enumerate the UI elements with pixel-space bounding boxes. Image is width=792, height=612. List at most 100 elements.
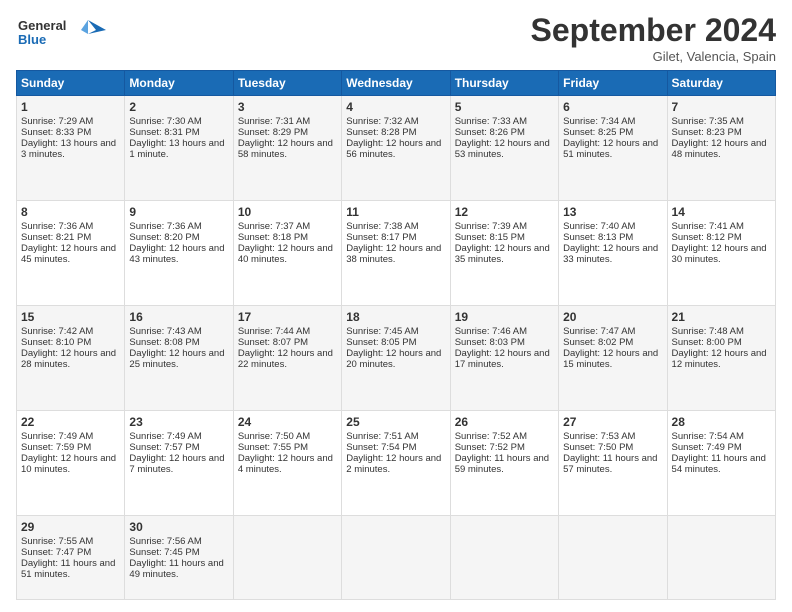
sunset-text: Sunset: 7:45 PM — [129, 547, 199, 558]
table-row: 8 Sunrise: 7:36 AMSunset: 8:21 PMDaylight… — [17, 201, 125, 306]
logo-container: General Blue — [16, 12, 106, 62]
sunset-text: Sunset: 8:20 PM — [129, 232, 199, 243]
sunset-text: Sunset: 7:50 PM — [563, 442, 633, 453]
sunrise-text: Sunrise: 7:52 AM — [455, 431, 527, 442]
day-number: 6 — [563, 100, 662, 114]
svg-text:Blue: Blue — [18, 32, 46, 47]
table-row: 21Sunrise: 7:48 AMSunset: 8:00 PMDayligh… — [667, 306, 775, 411]
table-row: 19Sunrise: 7:46 AMSunset: 8:03 PMDayligh… — [450, 306, 558, 411]
table-row: 13Sunrise: 7:40 AMSunset: 8:13 PMDayligh… — [559, 201, 667, 306]
daylight-text: Daylight: 13 hours and 3 minutes. — [21, 138, 116, 160]
day-number: 23 — [129, 415, 228, 429]
sunrise-text: Sunrise: 7:34 AM — [563, 116, 635, 127]
sunset-text: Sunset: 8:00 PM — [672, 337, 742, 348]
sunset-text: Sunset: 8:31 PM — [129, 127, 199, 138]
col-saturday: Saturday — [667, 71, 775, 96]
daylight-text: Daylight: 12 hours and 2 minutes. — [346, 453, 441, 475]
sunset-text: Sunset: 7:57 PM — [129, 442, 199, 453]
daylight-text: Daylight: 12 hours and 33 minutes. — [563, 243, 658, 265]
sunset-text: Sunset: 8:07 PM — [238, 337, 308, 348]
daylight-text: Daylight: 12 hours and 58 minutes. — [238, 138, 333, 160]
calendar-header-row: Sunday Monday Tuesday Wednesday Thursday… — [17, 71, 776, 96]
day-number: 28 — [672, 415, 771, 429]
location: Gilet, Valencia, Spain — [531, 49, 776, 64]
table-row: 2Sunrise: 7:30 AMSunset: 8:31 PMDaylight… — [125, 96, 233, 201]
sunrise-text: Sunrise: 7:55 AM — [21, 536, 93, 547]
sunrise-text: Sunrise: 7:33 AM — [455, 116, 527, 127]
day-number: 19 — [455, 310, 554, 324]
sunset-text: Sunset: 8:05 PM — [346, 337, 416, 348]
col-tuesday: Tuesday — [233, 71, 341, 96]
sunset-text: Sunset: 8:23 PM — [672, 127, 742, 138]
sunset-text: Sunset: 8:21 PM — [21, 232, 91, 243]
sunset-text: Sunset: 8:28 PM — [346, 127, 416, 138]
day-number: 8 — [21, 205, 120, 219]
sunrise-text: Sunrise: 7:50 AM — [238, 431, 310, 442]
sunrise-text: Sunrise: 7:41 AM — [672, 221, 744, 232]
table-row — [667, 516, 775, 600]
table-row: 11Sunrise: 7:38 AMSunset: 8:17 PMDayligh… — [342, 201, 450, 306]
sunset-text: Sunset: 8:17 PM — [346, 232, 416, 243]
col-monday: Monday — [125, 71, 233, 96]
sunrise-text: Sunrise: 7:54 AM — [672, 431, 744, 442]
day-number: 29 — [21, 520, 120, 534]
sunset-text: Sunset: 8:03 PM — [455, 337, 525, 348]
day-number: 21 — [672, 310, 771, 324]
sunset-text: Sunset: 8:25 PM — [563, 127, 633, 138]
logo-svg: General Blue — [16, 12, 106, 57]
table-row: 15Sunrise: 7:42 AMSunset: 8:10 PMDayligh… — [17, 306, 125, 411]
sunrise-text: Sunrise: 7:53 AM — [563, 431, 635, 442]
table-row: 10Sunrise: 7:37 AMSunset: 8:18 PMDayligh… — [233, 201, 341, 306]
day-number: 17 — [238, 310, 337, 324]
daylight-text: Daylight: 13 hours and 1 minute. — [129, 138, 224, 160]
daylight-text: Daylight: 12 hours and 35 minutes. — [455, 243, 550, 265]
sunrise-text: Sunrise: 7:36 AM — [129, 221, 201, 232]
table-row: 17Sunrise: 7:44 AMSunset: 8:07 PMDayligh… — [233, 306, 341, 411]
table-row — [342, 516, 450, 600]
table-row: 27Sunrise: 7:53 AMSunset: 7:50 PMDayligh… — [559, 411, 667, 516]
day-number: 3 — [238, 100, 337, 114]
table-row: 22Sunrise: 7:49 AMSunset: 7:59 PMDayligh… — [17, 411, 125, 516]
sunrise-text: Sunrise: 7:39 AM — [455, 221, 527, 232]
daylight-text: Daylight: 11 hours and 57 minutes. — [563, 453, 657, 475]
table-row: 25Sunrise: 7:51 AMSunset: 7:54 PMDayligh… — [342, 411, 450, 516]
sunset-text: Sunset: 8:26 PM — [455, 127, 525, 138]
day-number: 5 — [455, 100, 554, 114]
daylight-text: Daylight: 11 hours and 51 minutes. — [21, 558, 115, 580]
daylight-text: Daylight: 12 hours and 10 minutes. — [21, 453, 116, 475]
daylight-text: Daylight: 12 hours and 45 minutes. — [21, 243, 116, 265]
daylight-text: Daylight: 12 hours and 48 minutes. — [672, 138, 767, 160]
table-row: 29Sunrise: 7:55 AMSunset: 7:47 PMDayligh… — [17, 516, 125, 600]
daylight-text: Daylight: 12 hours and 22 minutes. — [238, 348, 333, 370]
sunset-text: Sunset: 8:29 PM — [238, 127, 308, 138]
day-number: 7 — [672, 100, 771, 114]
day-number: 14 — [672, 205, 771, 219]
sunset-text: Sunset: 7:49 PM — [672, 442, 742, 453]
svg-text:General: General — [18, 18, 66, 33]
daylight-text: Daylight: 12 hours and 53 minutes. — [455, 138, 550, 160]
day-number: 25 — [346, 415, 445, 429]
table-row: 23Sunrise: 7:49 AMSunset: 7:57 PMDayligh… — [125, 411, 233, 516]
daylight-text: Daylight: 12 hours and 43 minutes. — [129, 243, 224, 265]
table-row — [559, 516, 667, 600]
day-number: 12 — [455, 205, 554, 219]
sunset-text: Sunset: 7:59 PM — [21, 442, 91, 453]
sunset-text: Sunset: 8:18 PM — [238, 232, 308, 243]
col-wednesday: Wednesday — [342, 71, 450, 96]
sunrise-text: Sunrise: 7:36 AM — [21, 221, 93, 232]
sunrise-text: Sunrise: 7:43 AM — [129, 326, 201, 337]
sunrise-text: Sunrise: 7:30 AM — [129, 116, 201, 127]
daylight-text: Daylight: 12 hours and 4 minutes. — [238, 453, 333, 475]
daylight-text: Daylight: 11 hours and 54 minutes. — [672, 453, 766, 475]
sunset-text: Sunset: 8:13 PM — [563, 232, 633, 243]
sunset-text: Sunset: 8:10 PM — [21, 337, 91, 348]
table-row — [450, 516, 558, 600]
daylight-text: Daylight: 12 hours and 25 minutes. — [129, 348, 224, 370]
table-row: 5 Sunrise: 7:33 AMSunset: 8:26 PMDaylight… — [450, 96, 558, 201]
sunrise-text: Sunrise: 7:45 AM — [346, 326, 418, 337]
sunrise-text: Sunrise: 7:35 AM — [672, 116, 744, 127]
sunset-text: Sunset: 7:52 PM — [455, 442, 525, 453]
day-number: 1 — [21, 100, 120, 114]
day-number: 30 — [129, 520, 228, 534]
sunrise-text: Sunrise: 7:40 AM — [563, 221, 635, 232]
